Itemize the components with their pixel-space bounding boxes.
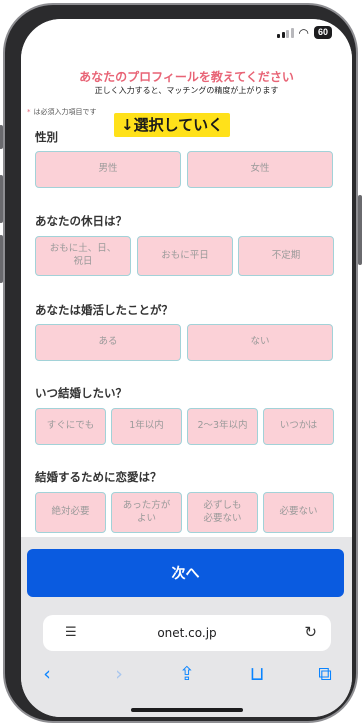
next-button[interactable]: 次へ: [27, 549, 344, 597]
required-note: * は必須入力項目です: [27, 107, 97, 117]
browser-bottom-bar: ☰ onet.co.jp ↻ ‹ › ⇪ ⊔ ⧉: [21, 607, 352, 717]
gender-option-male[interactable]: 男性: [35, 151, 181, 188]
cellular-signal-icon: [277, 27, 294, 38]
required-note-text: は必須入力項目です: [33, 108, 97, 116]
love-option-essential[interactable]: 絶対必要: [35, 492, 106, 533]
home-indicator: [131, 708, 243, 712]
love-option-not-necessarily[interactable]: 必ずしも 必要ない: [187, 492, 258, 533]
question-experience-label: あなたは婚活したことが？: [35, 303, 173, 317]
reload-icon[interactable]: ↻: [304, 623, 317, 641]
gender-option-female[interactable]: 女性: [187, 151, 333, 188]
required-star: *: [27, 108, 31, 116]
tabs-icon[interactable]: ⧉: [311, 663, 339, 685]
experience-option-yes[interactable]: ある: [35, 324, 181, 361]
marry-option-someday[interactable]: いつかは: [263, 408, 334, 445]
page-title: あなたのプロフィールを教えてください: [79, 70, 294, 84]
forward-icon[interactable]: ›: [105, 663, 133, 685]
page-subtitle: 正しく入力すると、マッチングの精度が上がります: [94, 86, 279, 95]
mute-switch: [0, 125, 3, 149]
back-icon[interactable]: ‹: [33, 663, 61, 685]
marry-option-2-3-years[interactable]: 2〜3年以内: [187, 408, 258, 445]
profile-form: あなたのプロフィールを教えてください 正しく入力すると、マッチングの精度が上がり…: [21, 49, 352, 537]
screen: ◠ 60 あなたのプロフィールを教えてください 正しく入力すると、マッチングの精…: [21, 19, 352, 717]
power-button: [358, 195, 362, 265]
question-gender-label: 性別: [35, 130, 58, 144]
marry-option-within-1-year[interactable]: 1年以内: [111, 408, 182, 445]
reader-icon[interactable]: ☰: [65, 625, 77, 640]
question-holiday-label: あなたの休日は？: [35, 214, 127, 228]
marry-option-asap[interactable]: すぐにでも: [35, 408, 106, 445]
question-love-label: 結婚するために恋愛は？: [35, 470, 162, 484]
volume-up-button: [0, 175, 3, 223]
love-option-preferable[interactable]: あった方が よい: [111, 492, 182, 533]
experience-option-no[interactable]: ない: [187, 324, 333, 361]
browser-toolbar: ‹ › ⇪ ⊔ ⧉: [21, 659, 352, 693]
phone-frame: ◠ 60 あなたのプロフィールを教えてください 正しく入力すると、マッチングの精…: [0, 3, 362, 723]
url-text: onet.co.jp: [157, 626, 217, 640]
holiday-option-weekend[interactable]: おもに土、日、 祝日: [35, 236, 131, 276]
address-bar[interactable]: ☰ onet.co.jp ↻: [43, 615, 331, 651]
annotation-label: ↓選択していく: [114, 113, 231, 137]
battery-icon: 60: [313, 26, 332, 39]
love-option-unnecessary[interactable]: 必要ない: [263, 492, 334, 533]
status-bar: ◠ 60: [21, 19, 352, 49]
holiday-option-weekday[interactable]: おもに平日: [137, 236, 233, 276]
volume-down-button: [0, 235, 3, 283]
share-icon[interactable]: ⇪: [173, 663, 201, 685]
bookmarks-icon[interactable]: ⊔: [243, 663, 271, 685]
wifi-icon: ◠: [298, 25, 309, 40]
holiday-option-irregular[interactable]: 不定期: [238, 236, 334, 276]
question-marry-when-label: いつ結婚したい？: [35, 386, 127, 400]
